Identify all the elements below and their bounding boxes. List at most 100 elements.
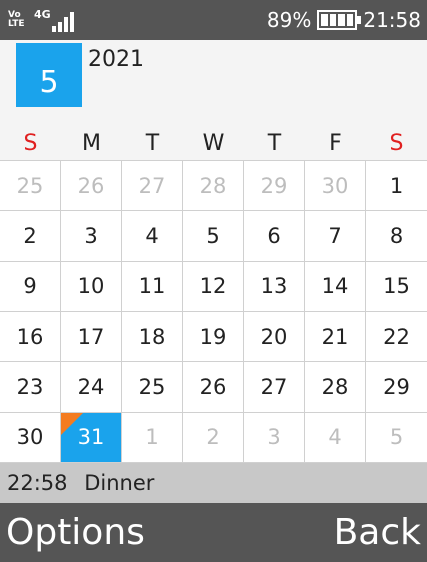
day-number: 15 xyxy=(383,274,410,299)
day-cell[interactable]: 1 xyxy=(366,161,427,212)
day-cell[interactable]: 17 xyxy=(61,311,122,363)
day-cell[interactable]: 16 xyxy=(0,311,61,363)
options-softkey[interactable]: Options xyxy=(6,503,145,562)
clock: 21:58 xyxy=(363,8,421,32)
day-cell[interactable]: 18 xyxy=(122,311,183,363)
day-cell[interactable]: 24 xyxy=(61,362,122,413)
volte-bottom-label: LTE xyxy=(8,19,25,29)
day-cell[interactable]: 29 xyxy=(366,362,427,413)
event-preview[interactable]: 22:58 Dinner xyxy=(0,463,427,503)
day-number: 7 xyxy=(328,223,342,248)
day-cell[interactable]: 2 xyxy=(0,211,61,262)
day-number: 26 xyxy=(77,173,105,198)
day-cell[interactable]: 3 xyxy=(61,211,122,262)
day-cell[interactable]: 9 xyxy=(0,261,61,312)
day-cell[interactable]: 4 xyxy=(305,412,366,463)
day-cell[interactable]: 6 xyxy=(244,211,305,262)
day-cell[interactable]: 11 xyxy=(122,261,183,312)
day-number: 28 xyxy=(321,374,349,399)
day-cell-selected[interactable]: 31 xyxy=(61,412,122,463)
signal-bar xyxy=(57,22,62,32)
day-number: 1 xyxy=(389,173,404,198)
day-number: 25 xyxy=(16,173,44,198)
day-number: 17 xyxy=(77,324,105,349)
day-cell[interactable]: 27 xyxy=(122,161,183,212)
day-number: 26 xyxy=(199,374,227,399)
status-bar: Vo LTE 4G 89% 21:58 xyxy=(0,0,427,40)
day-cell[interactable]: 14 xyxy=(305,261,366,312)
day-number: 4 xyxy=(328,425,342,450)
day-number: 23 xyxy=(16,374,44,399)
day-number: 3 xyxy=(84,223,98,248)
weekday-label: F xyxy=(329,131,342,156)
day-cell[interactable]: 30 xyxy=(305,161,366,212)
battery-icon xyxy=(317,10,362,30)
day-cell[interactable]: 19 xyxy=(183,311,244,363)
day-number: 14 xyxy=(321,274,349,299)
day-number: 30 xyxy=(321,173,349,198)
day-number: 3 xyxy=(267,425,281,450)
day-number: 21 xyxy=(321,324,349,349)
day-number: 2 xyxy=(23,223,37,248)
weekday-label: T xyxy=(145,131,160,156)
signal-icon: 4G xyxy=(34,8,74,32)
weekday-label: S xyxy=(389,131,404,156)
day-number: 6 xyxy=(267,223,281,248)
day-cell[interactable]: 5 xyxy=(366,412,427,463)
day-cell[interactable]: 5 xyxy=(183,211,244,262)
day-number: 16 xyxy=(16,324,44,349)
day-cell[interactable]: 4 xyxy=(122,211,183,262)
day-cell[interactable]: 28 xyxy=(183,161,244,212)
day-cell[interactable]: 8 xyxy=(366,211,427,262)
day-number: 22 xyxy=(383,324,410,349)
day-cell[interactable]: 10 xyxy=(61,261,122,312)
day-cell[interactable]: 23 xyxy=(0,362,61,413)
day-cell[interactable]: 2 xyxy=(183,412,244,463)
day-number: 5 xyxy=(206,223,220,248)
day-cell[interactable]: 22 xyxy=(366,311,427,363)
day-number: 29 xyxy=(260,173,288,198)
signal-bar xyxy=(63,17,68,32)
year-label: 2021 xyxy=(88,47,144,72)
day-cell[interactable]: 21 xyxy=(305,311,366,363)
day-number: 28 xyxy=(199,173,227,198)
day-number: 19 xyxy=(199,324,227,349)
day-number: 20 xyxy=(260,324,288,349)
day-number: 8 xyxy=(389,223,404,248)
day-cell[interactable]: 30 xyxy=(0,412,61,463)
day-cell[interactable]: 20 xyxy=(244,311,305,363)
weekday-label: W xyxy=(202,131,225,156)
day-cell[interactable]: 26 xyxy=(183,362,244,413)
day-number: 10 xyxy=(77,274,105,299)
day-cell[interactable]: 26 xyxy=(61,161,122,212)
signal-bar xyxy=(51,26,56,32)
month-indicator: 5 xyxy=(16,43,82,107)
weekday-label: M xyxy=(82,131,101,156)
day-number: 12 xyxy=(199,274,227,299)
day-number: 13 xyxy=(260,274,288,299)
event-title: Dinner xyxy=(84,471,155,495)
day-number: 31 xyxy=(77,425,105,450)
day-number: 9 xyxy=(23,274,37,299)
day-number: 2 xyxy=(206,425,220,450)
day-cell[interactable]: 25 xyxy=(0,161,61,212)
day-cell[interactable]: 1 xyxy=(122,412,183,463)
day-cell[interactable]: 27 xyxy=(244,362,305,413)
day-cell[interactable]: 25 xyxy=(122,362,183,413)
weekday-label: T xyxy=(267,131,282,156)
day-number: 1 xyxy=(145,425,159,450)
day-number: 27 xyxy=(260,374,288,399)
day-number: 30 xyxy=(16,425,44,450)
day-cell[interactable]: 29 xyxy=(244,161,305,212)
network-type-label: 4G xyxy=(34,8,51,21)
day-cell[interactable]: 12 xyxy=(183,261,244,312)
day-cell[interactable]: 13 xyxy=(244,261,305,312)
day-cell[interactable]: 3 xyxy=(244,412,305,463)
day-cell[interactable]: 28 xyxy=(305,362,366,413)
day-number: 25 xyxy=(138,374,166,399)
battery-percent: 89% xyxy=(266,8,312,32)
day-number: 5 xyxy=(389,425,404,450)
back-softkey[interactable]: Back xyxy=(334,503,421,562)
day-cell[interactable]: 15 xyxy=(366,261,427,312)
day-cell[interactable]: 7 xyxy=(305,211,366,262)
